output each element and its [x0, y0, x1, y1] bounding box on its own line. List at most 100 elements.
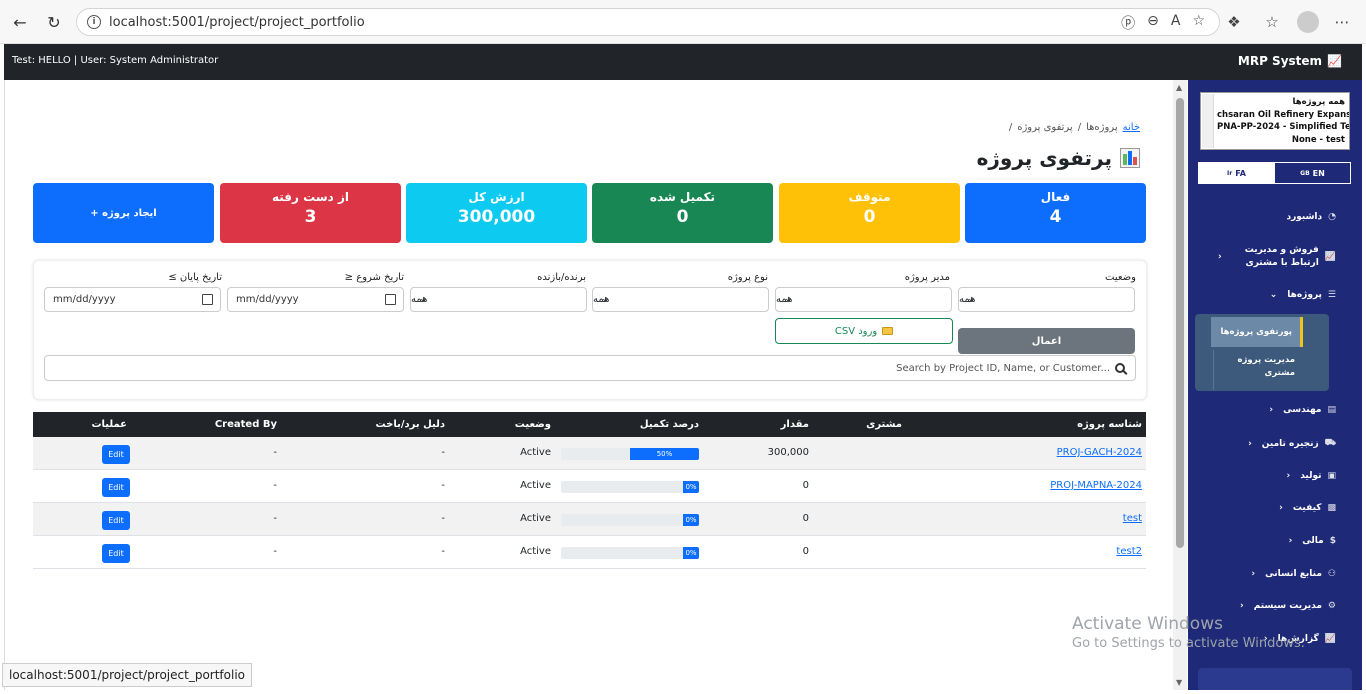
edit-button[interactable]: Edit [102, 445, 130, 464]
breadcrumb-current: پرتفوی پروژه [1017, 122, 1073, 133]
project-id-link[interactable]: test [1123, 513, 1142, 524]
main-content: خانه پروژه‌ها / پرتفوی پروژه / پرتفوی پر… [4, 80, 1172, 690]
card-completed: تکمیل شده 0 [592, 183, 773, 243]
chevron-left-icon: ‹ [1286, 471, 1291, 481]
project-select[interactable]: همه پروژه‌ها chsaran Oil Refinery Expans… [1200, 92, 1350, 150]
chevron-down-icon: ⌄ [967, 294, 975, 304]
sidebar-subitem-customer-project[interactable]: مدیریت پروژه مشتری [1211, 354, 1303, 380]
quick-actions-panel[interactable] [1198, 668, 1352, 690]
users-icon: ⚇ [1327, 569, 1336, 579]
progress-fill: 50% [630, 448, 699, 460]
card-active: فعال 4 [965, 183, 1146, 243]
sidebar-item-quality[interactable]: ▩ کیفیت ‹ [1279, 503, 1336, 513]
apply-button[interactable]: اعمال [958, 328, 1135, 354]
chevron-left-icon: ‹ [1248, 438, 1252, 449]
profile-avatar[interactable] [1296, 10, 1320, 34]
win-loss-select[interactable]: همه ⌄ [410, 287, 587, 312]
sidebar-item-crm[interactable]: 📈 فروش و مدیریت ارتباط با مشتری ‹ [1218, 244, 1336, 270]
folder-icon [882, 327, 894, 335]
progress-bar: 0% [561, 547, 699, 559]
chevron-down-icon: ⌄ [1269, 290, 1278, 300]
table-row: PROJ-MAPNA-2024 0 0% Active - - Edit [33, 470, 1146, 503]
read-aloud-icon[interactable]: A [1171, 13, 1181, 33]
address-bar[interactable]: i localhost:5001/project/project_portfol… [76, 8, 1220, 36]
sidebar-item-engineering[interactable]: ▤ مهندسی ‹ [1269, 405, 1336, 415]
project-type-select[interactable]: همه ⌄ [592, 287, 769, 312]
browser-toolbar: ← ↻ i localhost:5001/project/project_por… [0, 0, 1366, 44]
progress-fill: 0% [683, 547, 699, 559]
status-select[interactable]: همه ⌄ [958, 287, 1135, 312]
progress-bar: 0% [561, 481, 699, 493]
csv-import-button[interactable]: ورود CSV [775, 318, 953, 344]
sidebar-item-hr[interactable]: ⚇ منابع انسانی ‹ [1251, 569, 1336, 579]
list-icon: ☰ [1327, 290, 1336, 300]
chevron-left-icon: ‹ [1279, 503, 1283, 513]
chart-line-icon: 📈 [1324, 252, 1336, 262]
back-arrow-icon[interactable]: ← [8, 10, 32, 34]
create-project-button[interactable]: + ایجاد پروژه [33, 183, 214, 243]
app-navbar: Test: HELLO | User: System Administrator… [4, 44, 1362, 80]
user-info: Test: HELLO | User: System Administrator [12, 55, 219, 66]
gear-icon: ⚙ [1327, 601, 1336, 611]
sidebar-item-projects[interactable]: ☰ پروژه‌ها ⌄ [1270, 290, 1336, 300]
search-icon [1115, 363, 1125, 373]
chart-line-icon: 📈 [1327, 54, 1342, 68]
table-row: test 0 0% Active - - Edit [33, 503, 1146, 536]
edit-button[interactable]: Edit [102, 544, 130, 563]
sidebar-subitem-portfolio[interactable]: پورتفوی پروژه‌ها [1211, 317, 1303, 347]
start-date-input[interactable]: mm/dd/yyyy [227, 287, 404, 312]
file-icon: ▤ [1327, 405, 1336, 415]
breadcrumb-home[interactable]: خانه [1123, 122, 1140, 133]
scroll-up-icon[interactable]: ▲ [1176, 83, 1182, 92]
sidebar-item-supply-chain[interactable]: ⛟ زنجیره تامین ‹ [1248, 438, 1336, 449]
zoom-out-icon[interactable]: ⊖ [1147, 13, 1159, 33]
progress-fill: 0% [683, 481, 699, 493]
reload-icon[interactable]: ↻ [42, 10, 66, 34]
projects-submenu: پورتفوی پروژه‌ها مدیریت پروژه مشتری [1195, 314, 1329, 391]
sidebar-item-production[interactable]: ▣ تولید ‹ [1286, 471, 1336, 481]
dollar-icon: $ [1329, 536, 1336, 546]
sidebar-item-system[interactable]: ⚙ مدیریت سیستم ‹ [1240, 601, 1336, 611]
sidebar: همه پروژه‌ها chsaran Oil Refinery Expans… [1188, 80, 1362, 690]
page-scrollbar[interactable]: ▲ ▼ [1173, 80, 1187, 690]
more-options-icon[interactable]: ⋯ [1330, 10, 1354, 34]
chevron-down-icon: ⌄ [601, 294, 609, 304]
scroll-down-icon[interactable]: ▼ [1176, 678, 1182, 687]
manager-select[interactable]: همه ⌄ [775, 287, 952, 312]
extensions-icon[interactable]: ❖ [1222, 10, 1246, 34]
report-icon: 📈 [1324, 634, 1336, 644]
scroll-thumb[interactable] [1176, 98, 1184, 548]
info-icon[interactable]: i [87, 15, 101, 29]
search-input[interactable]: Search by Project ID, Name, or Customer.… [44, 355, 1136, 381]
progress-fill: 0% [683, 514, 699, 526]
card-total-value: ارزش کل 300,000 [406, 183, 587, 243]
end-date-input[interactable]: mm/dd/yyyy [44, 287, 221, 312]
sidebar-item-dashboard[interactable]: ◔ داشبورد [1286, 212, 1336, 222]
favorites-icon[interactable]: ☆ [1260, 10, 1284, 34]
brand-link[interactable]: MRP System 📈 [1238, 54, 1342, 68]
chevron-down-icon: ⌄ [784, 294, 792, 304]
select-scrollbar[interactable] [1202, 94, 1214, 148]
chevron-down-icon: ⌄ [419, 294, 427, 304]
breadcrumb-projects[interactable]: پروژه‌ها [1086, 122, 1118, 133]
edit-button[interactable]: Edit [102, 511, 130, 530]
truck-icon: ⛟ [1324, 438, 1336, 448]
project-id-link[interactable]: PROJ-GACH-2024 [1057, 447, 1142, 458]
project-id-link[interactable]: PROJ-MAPNA-2024 [1050, 480, 1142, 491]
windows-activation-watermark: Activate Windows Go to Settings to activ… [1072, 614, 1305, 651]
flag-ir-icon: Ir [1227, 169, 1233, 177]
calendar-icon[interactable] [202, 294, 213, 305]
chevron-left-icon: ‹ [1251, 569, 1256, 579]
project-id-link[interactable]: test2 [1116, 546, 1142, 557]
sidebar-item-finance[interactable]: $ مالی ‹ [1289, 536, 1336, 546]
projects-table: شناسه پروژه مشتری مقدار درصد تکمیل وضعیت… [33, 412, 1146, 569]
lang-fa-button[interactable]: Ir FA [1199, 163, 1274, 183]
chevron-left-icon: ‹ [1288, 536, 1293, 546]
edit-button[interactable]: Edit [102, 478, 130, 497]
language-switch: Ir FA GB EN [1198, 162, 1351, 184]
clipboard-icon: ▩ [1327, 503, 1336, 513]
calendar-icon[interactable] [385, 294, 396, 305]
favorite-star-icon[interactable]: ☆ [1192, 13, 1205, 33]
translate-icon[interactable]: ⓟ [1121, 13, 1135, 33]
lang-en-button[interactable]: GB EN [1274, 163, 1350, 183]
